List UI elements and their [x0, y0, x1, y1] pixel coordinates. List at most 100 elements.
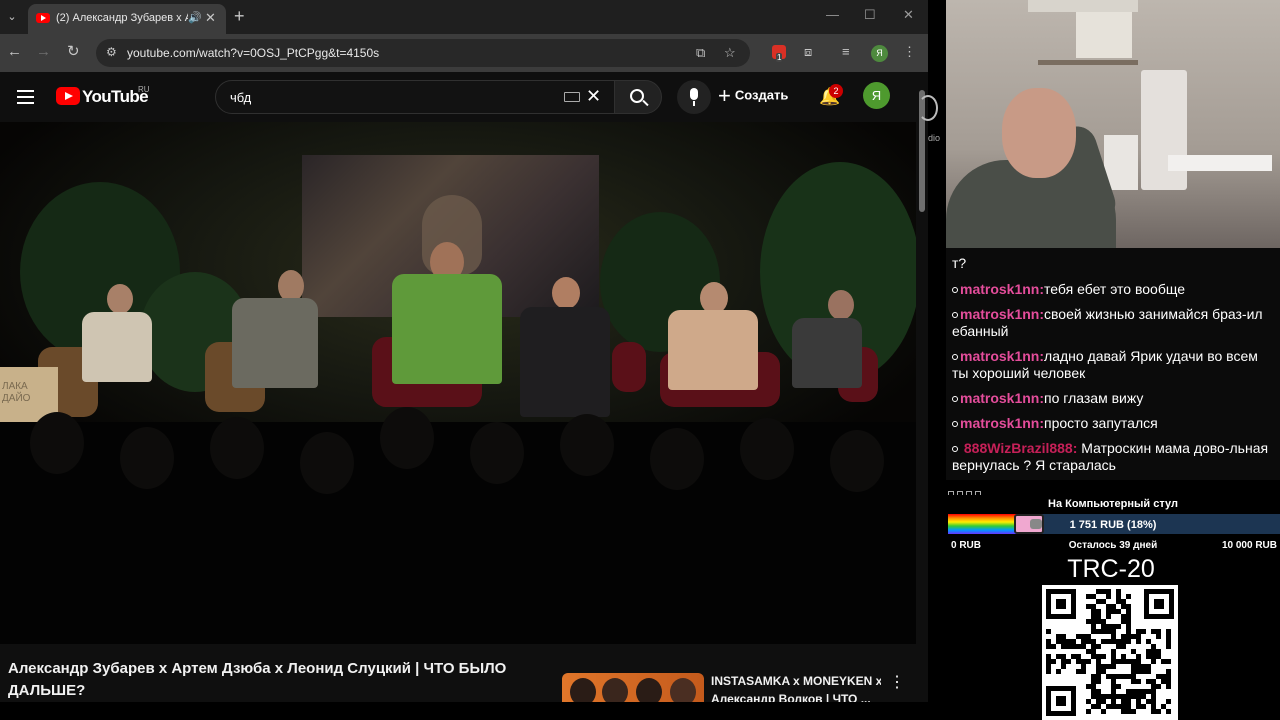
recommended-video-title[interactable]: INSTASAMKA x MONEYKEN x Александр Волков… [711, 672, 881, 702]
qr-module [1111, 664, 1116, 669]
active-tab[interactable]: (2) Александр Зубарев х Артем Дзюба х Ле… [28, 4, 226, 34]
chat-username: matrosk1nn: [960, 390, 1045, 406]
extension-badge-count: 1 [776, 53, 783, 62]
qr-module [1166, 644, 1171, 649]
qr-module [1106, 594, 1111, 599]
bookmark-star-icon[interactable]: ☆ [724, 45, 736, 61]
chat-message: matrosk1nn:своей жизнью занимайся браз-и… [952, 306, 1274, 340]
page-scrollbar[interactable] [916, 72, 928, 702]
back-button[interactable]: ← [7, 43, 22, 61]
tab-search-icon[interactable]: ⌄ [4, 7, 20, 27]
qr-module [1166, 709, 1171, 714]
create-button[interactable]: + Создать [718, 85, 788, 109]
chat-bullet-icon [952, 312, 958, 319]
country-code: RU [138, 85, 150, 94]
qr-module [1106, 614, 1111, 619]
tab-close-icon[interactable]: ✕ [205, 10, 216, 26]
qr-module [1096, 679, 1101, 684]
chat-username: matrosk1nn: [960, 306, 1045, 322]
audience-silhouettes [0, 407, 916, 644]
recommended-title-line1: INSTASAMKA x MONEYKEN x [711, 674, 881, 688]
chat-text: по глазам вижу [1044, 390, 1144, 406]
keyboard-icon[interactable] [564, 92, 580, 102]
chat-overlay: т? matrosk1nn:тебя ебет это вообще matro… [946, 248, 1280, 480]
stage-sign-text: ЛАКА ДАЙО [2, 381, 31, 404]
chat-username: matrosk1nn: [960, 415, 1045, 431]
edge-partial-text: dio [928, 133, 941, 143]
qr-module [1146, 669, 1151, 674]
crypto-network-label: TRC-20 [1067, 555, 1155, 583]
new-tab-button[interactable]: + [234, 6, 245, 26]
qr-module [1121, 644, 1126, 649]
chat-message: matrosk1nn:тебя ебет это вообще [952, 281, 1274, 298]
qr-module [1081, 669, 1086, 674]
reload-button[interactable]: ↻ [67, 43, 80, 61]
qr-module [1136, 679, 1141, 684]
microphone-icon [690, 88, 698, 100]
qr-module [1086, 659, 1091, 664]
chat-text: тебя ебет это вообще [1044, 281, 1185, 297]
qr-module [1051, 644, 1056, 649]
donation-goal-widget: На Компьютерный стул 1 751 RUB (18%) 0 R… [946, 495, 1280, 555]
extensions-puzzle-icon[interactable]: ⧈ [804, 44, 812, 60]
goal-max-label: 10 000 RUB [1221, 540, 1277, 551]
webcam-feed [946, 0, 1280, 248]
forward-button[interactable]: → [36, 43, 51, 61]
chat-username: 888WizBrazil888: [963, 440, 1078, 456]
qr-module [1086, 709, 1091, 714]
browser-menu-icon[interactable]: ⋮ [903, 44, 916, 60]
notification-count-badge: 2 [829, 84, 843, 98]
youtube-favicon-icon [36, 13, 50, 23]
chat-message: matrosk1nn:просто запутался [952, 415, 1274, 432]
maximize-button[interactable]: ☐ [864, 7, 876, 23]
address-url[interactable]: youtube.com/watch?v=0OSJ_PtCPgg&t=4150s [127, 46, 379, 60]
browser-profile-avatar[interactable]: Я [871, 45, 888, 62]
guide-menu-icon[interactable] [17, 90, 34, 104]
account-avatar[interactable]: Я [863, 82, 890, 109]
youtube-header: YouTube RU чбд ✕ + Создать 🔔 2 Я [0, 72, 916, 122]
install-app-icon[interactable]: ⧉ [696, 45, 705, 61]
qr-module [1061, 664, 1066, 669]
clear-search-icon[interactable]: ✕ [586, 86, 601, 107]
search-query[interactable]: чбд [230, 90, 251, 105]
recommended-video-thumbnail[interactable] [562, 673, 704, 702]
qr-module [1116, 624, 1121, 629]
plus-icon: + [718, 83, 731, 108]
audio-playing-icon[interactable]: 🔊 [188, 11, 202, 24]
qr-module [1131, 709, 1136, 714]
qr-module [1096, 644, 1101, 649]
recommended-title-line2: Александр Волков | ЧТО ... [711, 692, 871, 702]
kitchen-table [1168, 155, 1272, 171]
qr-module [1101, 709, 1106, 714]
qr-module [1136, 639, 1141, 644]
qr-module [1116, 684, 1121, 689]
qr-module [1141, 629, 1146, 634]
browser-toolbar: ← → ↻ ⚙ youtube.com/watch?v=0OSJ_PtCPgg&… [0, 34, 928, 72]
voice-search-button[interactable] [677, 80, 711, 114]
minimize-button[interactable]: — [826, 7, 839, 22]
streamer-head [1002, 88, 1076, 178]
more-actions-icon[interactable]: ⋮ [889, 674, 905, 692]
qr-module [1166, 699, 1171, 704]
fridge [1141, 70, 1187, 190]
tab-title: (2) Александр Зубарев х Артем Дзюба х Ле… [56, 12, 188, 24]
media-controls-icon[interactable]: ≡ [842, 44, 850, 59]
search-input[interactable]: чбд ✕ [215, 80, 615, 114]
goal-title: На Компьютерный стул [1048, 498, 1178, 510]
chat-bullet-icon [952, 287, 958, 294]
qr-module [1156, 684, 1161, 689]
address-bar[interactable]: ⚙ youtube.com/watch?v=0OSJ_PtCPgg&t=4150… [96, 39, 750, 67]
qr-module [1166, 659, 1171, 664]
youtube-logo-icon[interactable] [56, 87, 80, 105]
qr-module [1156, 634, 1161, 639]
goal-progress-text: 1 751 RUB (18%) [1069, 519, 1157, 531]
close-window-button[interactable]: ✕ [903, 7, 914, 23]
search-button[interactable] [614, 80, 662, 114]
site-info-icon[interactable]: ⚙ [106, 45, 117, 59]
qr-module [1151, 659, 1156, 664]
video-player[interactable]: ЛАКА ДАЙО [0, 122, 916, 644]
chat-bullet-icon [952, 446, 958, 453]
chat-message: matrosk1nn:ладно давай Ярик удачи во все… [952, 348, 1274, 382]
qr-module [1046, 629, 1051, 634]
qr-module [1101, 654, 1106, 659]
